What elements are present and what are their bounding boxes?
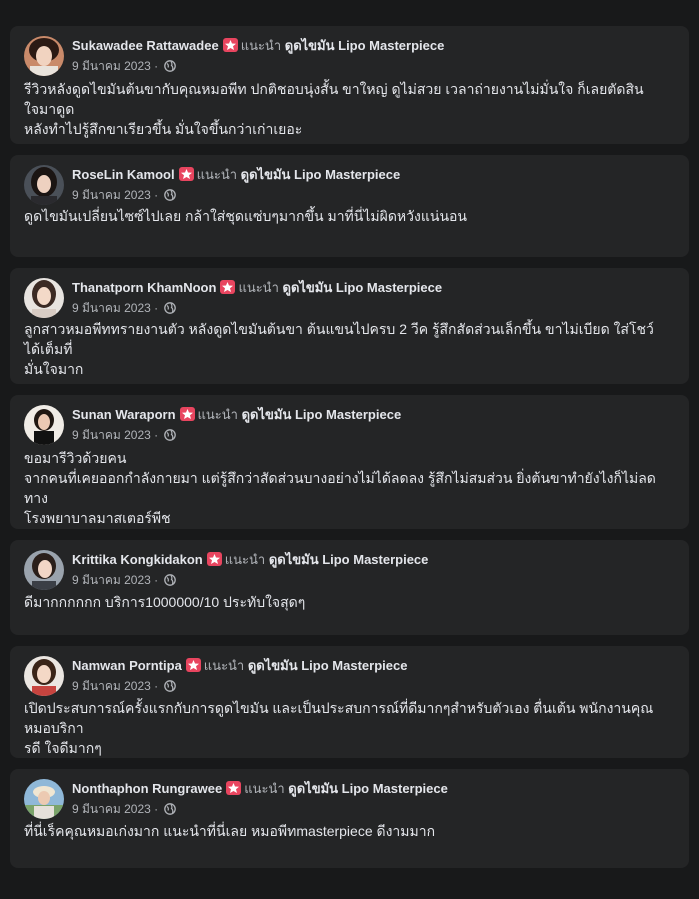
recommends-label: แนะนำ xyxy=(240,38,282,53)
avatar[interactable] xyxy=(24,656,64,696)
recommend-star-icon xyxy=(185,658,201,672)
review-text: ขอมารีวิวด้วยคน จากคนที่เคยออกกำลังกายมา… xyxy=(24,450,656,526)
globe-icon xyxy=(163,302,176,314)
recommends-label: แนะนำ xyxy=(224,552,266,567)
review-card: Sukawadee Rattawadee แนะนำ ดูดไขมัน Lipo … xyxy=(10,26,689,144)
review-text: ลูกสาวหมอพีททรายงานตัว หลังดูดไขมันต้นขา… xyxy=(24,321,654,377)
post-date[interactable]: 9 มีนาคม 2023 · xyxy=(72,428,158,442)
reviewer-name[interactable]: Krittika Kongkidakon xyxy=(72,552,203,567)
review-card: Krittika Kongkidakon แนะนำ ดูดไขมัน Lipo … xyxy=(10,540,689,635)
globe-icon xyxy=(163,429,176,441)
reviewer-name[interactable]: Sunan Waraporn xyxy=(72,407,176,422)
page-link[interactable]: ดูดไขมัน Lipo Masterpiece xyxy=(285,38,445,53)
recommend-star-icon xyxy=(222,38,238,52)
avatar[interactable] xyxy=(24,550,64,590)
post-date[interactable]: 9 มีนาคม 2023 · xyxy=(72,188,158,202)
reviewer-name[interactable]: RoseLin Kamool xyxy=(72,167,175,182)
reviewer-name[interactable]: Namwan Porntipa xyxy=(72,658,182,673)
page-link[interactable]: ดูดไขมัน Lipo Masterpiece xyxy=(248,658,408,673)
avatar[interactable] xyxy=(24,405,64,445)
globe-icon xyxy=(163,680,176,692)
avatar[interactable] xyxy=(24,165,64,205)
globe-icon xyxy=(163,60,176,72)
post-date[interactable]: 9 มีนาคม 2023 · xyxy=(72,59,158,73)
post-date[interactable]: 9 มีนาคม 2023 · xyxy=(72,802,158,816)
avatar[interactable] xyxy=(24,779,64,819)
globe-icon xyxy=(163,574,176,586)
post-date[interactable]: 9 มีนาคม 2023 · xyxy=(72,679,158,693)
globe-icon xyxy=(163,189,176,201)
recommend-star-icon xyxy=(226,781,242,795)
page-link[interactable]: ดูดไขมัน Lipo Masterpiece xyxy=(242,407,402,422)
page-link[interactable]: ดูดไขมัน Lipo Masterpiece xyxy=(283,280,443,295)
recommends-label: แนะนำ xyxy=(244,781,285,796)
recommend-star-icon xyxy=(206,552,222,566)
recommend-star-icon xyxy=(179,407,195,421)
post-date[interactable]: 9 มีนาคม 2023 · xyxy=(72,301,158,315)
review-feed: Sukawadee Rattawadee แนะนำ ดูดไขมัน Lipo … xyxy=(0,0,699,899)
avatar[interactable] xyxy=(24,278,64,318)
recommends-label: แนะนำ xyxy=(197,407,238,422)
page-link[interactable]: ดูดไขมัน Lipo Masterpiece xyxy=(269,552,429,567)
review-text: รีวิวหลังดูดไขมันต้นขากับคุณหมอพีท ปกติช… xyxy=(24,81,644,137)
review-text: ดูดไขมันเปลี่ยนไซซ์ไปเลย กล้าใส่ชุดแซ่บๆ… xyxy=(24,208,467,224)
reviewer-name[interactable]: Nonthaphon Rungrawee xyxy=(72,781,222,796)
recommend-star-icon xyxy=(178,167,194,181)
recommends-label: แนะนำ xyxy=(196,167,238,182)
review-card: Namwan Porntipa แนะนำ ดูดไขมัน Lipo Maste… xyxy=(10,646,689,758)
review-text: ที่นี่เร็คคุณหมอเก่งมาก แนะนำที่นี่เลย ห… xyxy=(24,823,436,839)
post-date[interactable]: 9 มีนาคม 2023 · xyxy=(72,573,158,587)
review-card: RoseLin Kamool แนะนำ ดูดไขมัน Lipo Master… xyxy=(10,155,689,257)
review-card: Nonthaphon Rungrawee แนะนำ ดูดไขมัน Lipo … xyxy=(10,769,689,868)
recommend-star-icon xyxy=(220,280,236,294)
page-link[interactable]: ดูดไขมัน Lipo Masterpiece xyxy=(241,167,401,182)
review-text: ดีมากกกกกก บริการ1000000/10 ประทับใจสุดๆ xyxy=(24,594,306,610)
page-link[interactable]: ดูดไขมัน Lipo Masterpiece xyxy=(288,781,448,796)
reviewer-name[interactable]: Sukawadee Rattawadee xyxy=(72,38,219,53)
recommends-label: แนะนำ xyxy=(238,280,279,295)
globe-icon xyxy=(163,803,176,815)
review-card: Sunan Waraporn แนะนำ ดูดไขมัน Lipo Master… xyxy=(10,395,689,529)
review-text: เปิดประสบการณ์ครั้งแรกกับการดูดไขมัน และ… xyxy=(24,700,654,756)
reviewer-name[interactable]: Thanatporn KhamNoon xyxy=(72,280,216,295)
avatar[interactable] xyxy=(24,36,64,76)
recommends-label: แนะนำ xyxy=(203,658,245,673)
review-card: Thanatporn KhamNoon แนะนำ ดูดไขมัน Lipo M… xyxy=(10,268,689,384)
